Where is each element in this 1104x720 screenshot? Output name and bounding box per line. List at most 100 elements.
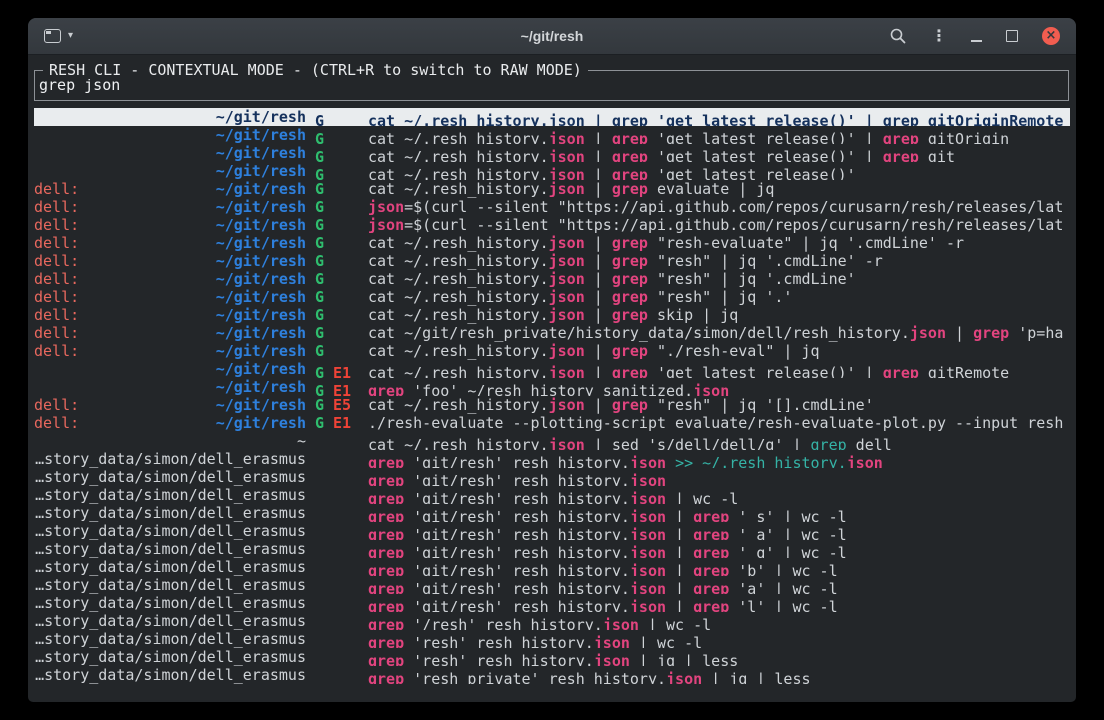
host-label: dell: <box>34 288 79 306</box>
history-row[interactable]: dell:~/git/reshGcat ~/.resh_history.json… <box>34 288 1070 306</box>
titlebar[interactable]: ▾ ~/git/resh ⋮ × <box>28 18 1076 55</box>
history-row[interactable]: dell:~/git/resh Gcat ~/.resh_history.json… <box>34 306 1070 324</box>
command-segment: skip | jq <box>648 306 738 324</box>
command-segment <box>666 454 675 468</box>
command-segment: cat ~/.resh_history. <box>368 342 549 360</box>
row-location: dell:~/git/resh <box>34 306 306 324</box>
command-segment: grep <box>612 180 648 198</box>
command-segment: 'b' | wc -l <box>729 562 837 576</box>
new-tab-button[interactable]: ▾ <box>44 29 73 43</box>
history-row[interactable]: ~/git/reshGcat ~/.resh_history.json | gr… <box>34 108 1070 126</box>
command-text: cat ~/.resh_history.json | grep skip | j… <box>368 306 1070 324</box>
command-segment: | <box>666 580 693 594</box>
row-location: …story_data/simon/dell_erasmus <box>34 594 306 612</box>
command-segment: grep <box>368 634 404 648</box>
command-segment: grep <box>693 526 729 540</box>
history-row[interactable]: dell:~/git/reshGcat ~/.resh_history.json… <box>34 252 1070 270</box>
command-segment: grep <box>883 148 919 162</box>
command-segment: grep <box>612 270 648 288</box>
history-row[interactable]: dell:~/git/reshGcat ~/.resh_history.json… <box>34 270 1070 288</box>
chevron-down-icon[interactable]: ▾ <box>68 31 73 41</box>
command-text: cat ~/.resh_history.json | grep 'get_lat… <box>368 130 1070 144</box>
command-segment: | <box>585 342 612 360</box>
search-button[interactable] <box>889 27 907 45</box>
history-row[interactable]: dell:~/git/reshGcat ~/git/resh_private/h… <box>34 324 1070 342</box>
row-flags: G <box>315 342 359 360</box>
close-button[interactable]: × <box>1042 27 1060 45</box>
history-row[interactable]: dell:~/git/reshGjson=$(curl --silent "ht… <box>34 198 1070 216</box>
command-segment: | <box>585 364 612 378</box>
history-row[interactable]: …story_data/simon/dell_erasmusgrep '/res… <box>34 612 1070 630</box>
command-text: grep 'git/resh' resh_history.json | grep… <box>368 580 1070 594</box>
history-row[interactable]: …story_data/simon/dell_erasmusgrep 'git/… <box>34 450 1070 468</box>
history-row[interactable]: ~cat ~/.resh_history.json | sed 's/dell/… <box>34 432 1070 450</box>
history-row[interactable]: …story_data/simon/dell_erasmusgrep 'resh… <box>34 630 1070 648</box>
row-location: dell:~/git/resh <box>34 288 306 306</box>
menu-button[interactable]: ⋮ <box>931 28 947 44</box>
history-row[interactable]: dell:~/git/reshGjson=$(curl --silent "ht… <box>34 216 1070 234</box>
command-text: grep 'git/resh' resh_history.json >> ~/.… <box>368 454 1070 468</box>
history-row[interactable]: dell:~/git/reshGE5cat ~/.resh_history.js… <box>34 396 1070 414</box>
history-row[interactable]: …story_data/simon/dell_erasmusgrep 'git/… <box>34 522 1070 540</box>
command-text: grep 'git/resh' resh_history.json | grep… <box>368 544 1070 558</box>
history-row[interactable]: …story_data/simon/dell_erasmus grep 'git/… <box>34 468 1070 486</box>
history-row[interactable]: …story_data/simon/dell_erasmusgrep 'git/… <box>34 558 1070 576</box>
command-segment: git <box>919 148 955 162</box>
history-row[interactable]: …story_data/simon/dell_erasmusgrep 'git/… <box>34 594 1070 612</box>
history-row[interactable]: …story_data/simon/dell_erasmusgrep 'resh… <box>34 648 1070 666</box>
minimize-button[interactable] <box>971 29 982 43</box>
directory-label: ~/git/resh <box>216 252 306 270</box>
row-location: dell:~/git/resh <box>34 414 306 432</box>
flag-badge: G <box>315 396 324 414</box>
directory-label: …story_data/simon/dell_erasmus <box>35 468 306 486</box>
flag-badge: G <box>315 306 324 324</box>
command-segment: 'git/resh' resh_history. <box>404 598 630 612</box>
terminal-window: ▾ ~/git/resh ⋮ × RESH CLI - CONTEXTUAL M… <box>28 18 1076 702</box>
directory-label: …story_data/simon/dell_erasmus <box>35 594 306 612</box>
history-row[interactable]: dell:~/git/reshGE1./resh-evaluate --plot… <box>34 414 1070 432</box>
command-text: grep 'git/resh' resh_history.json <box>368 472 1070 486</box>
restore-button[interactable] <box>1006 30 1018 42</box>
history-row[interactable]: …story_data/simon/dell_erasmusgrep 'git/… <box>34 576 1070 594</box>
resh-mode-title: RESH CLI - CONTEXTUAL MODE - (CTRL+R to … <box>43 61 588 79</box>
row-location: …story_data/simon/dell_erasmus <box>34 666 306 684</box>
history-row[interactable]: ~/git/reshGcat ~/.resh_history.json | gr… <box>34 126 1070 144</box>
history-row[interactable]: ~/git/reshGE1grep 'foo' ~/resh_history_s… <box>34 378 1070 396</box>
command-segment: =$(curl --silent "https://api.github.com… <box>404 198 1063 216</box>
flag-badge: E5 <box>333 396 351 414</box>
command-segment: json <box>549 396 585 414</box>
history-row[interactable]: …story_data/simon/dell_erasmusgrep 'git/… <box>34 504 1070 522</box>
history-row[interactable]: dell:~/git/reshGcat ~/.resh_history.json… <box>34 234 1070 252</box>
command-segment: json <box>630 526 666 540</box>
command-segment: grep <box>883 130 919 144</box>
directory-label: ~/git/resh <box>216 270 306 288</box>
command-text: cat ~/.resh_history.json | grep evaluate… <box>368 180 1070 198</box>
command-text: ./resh-evaluate --plotting-script evalua… <box>368 414 1070 432</box>
command-segment: dell <box>847 436 892 450</box>
command-segment: grep <box>973 324 1009 342</box>
flag-badge: G <box>315 216 324 234</box>
command-segment: cat ~/.resh_history. <box>368 166 549 180</box>
command-segment: grep <box>811 436 847 450</box>
directory-label: ~/git/resh <box>216 198 306 216</box>
history-row[interactable]: …story_data/simon/dell_erasmusgrep 'resh… <box>34 666 1070 684</box>
history-row[interactable]: ~/git/reshGcat ~/.resh_history.json | gr… <box>34 162 1070 180</box>
directory-label: …story_data/simon/dell_erasmus <box>35 486 306 504</box>
command-segment: grep <box>612 396 648 414</box>
history-row[interactable]: ~/git/reshGcat ~/.resh_history.json | gr… <box>34 144 1070 162</box>
terminal-content[interactable]: RESH CLI - CONTEXTUAL MODE - (CTRL+R to … <box>28 55 1076 684</box>
command-segment: | <box>585 112 612 126</box>
host-label: dell: <box>34 198 79 216</box>
history-row[interactable]: …story_data/simon/dell_erasmusgrep 'git/… <box>34 540 1070 558</box>
history-row[interactable]: ~/git/reshGE1cat ~/.resh_history.json | … <box>34 360 1070 378</box>
command-segment: json <box>549 288 585 306</box>
command-segment: | <box>666 544 693 558</box>
history-row[interactable]: dell:~/git/reshGcat ~/.resh_history.json… <box>34 342 1070 360</box>
history-row[interactable]: dell:~/git/reshGcat ~/.resh_history.json… <box>34 180 1070 198</box>
directory-label: ~/git/resh <box>216 216 306 234</box>
history-row[interactable]: …story_data/simon/dell_erasmusgrep 'git/… <box>34 486 1070 504</box>
directory-label: ~/git/resh <box>216 378 306 396</box>
flag-badge: E1 <box>333 414 351 432</box>
command-text: cat ~/.resh_history.json | sed 's/dell/d… <box>368 436 1070 450</box>
command-segment: grep <box>612 148 648 162</box>
